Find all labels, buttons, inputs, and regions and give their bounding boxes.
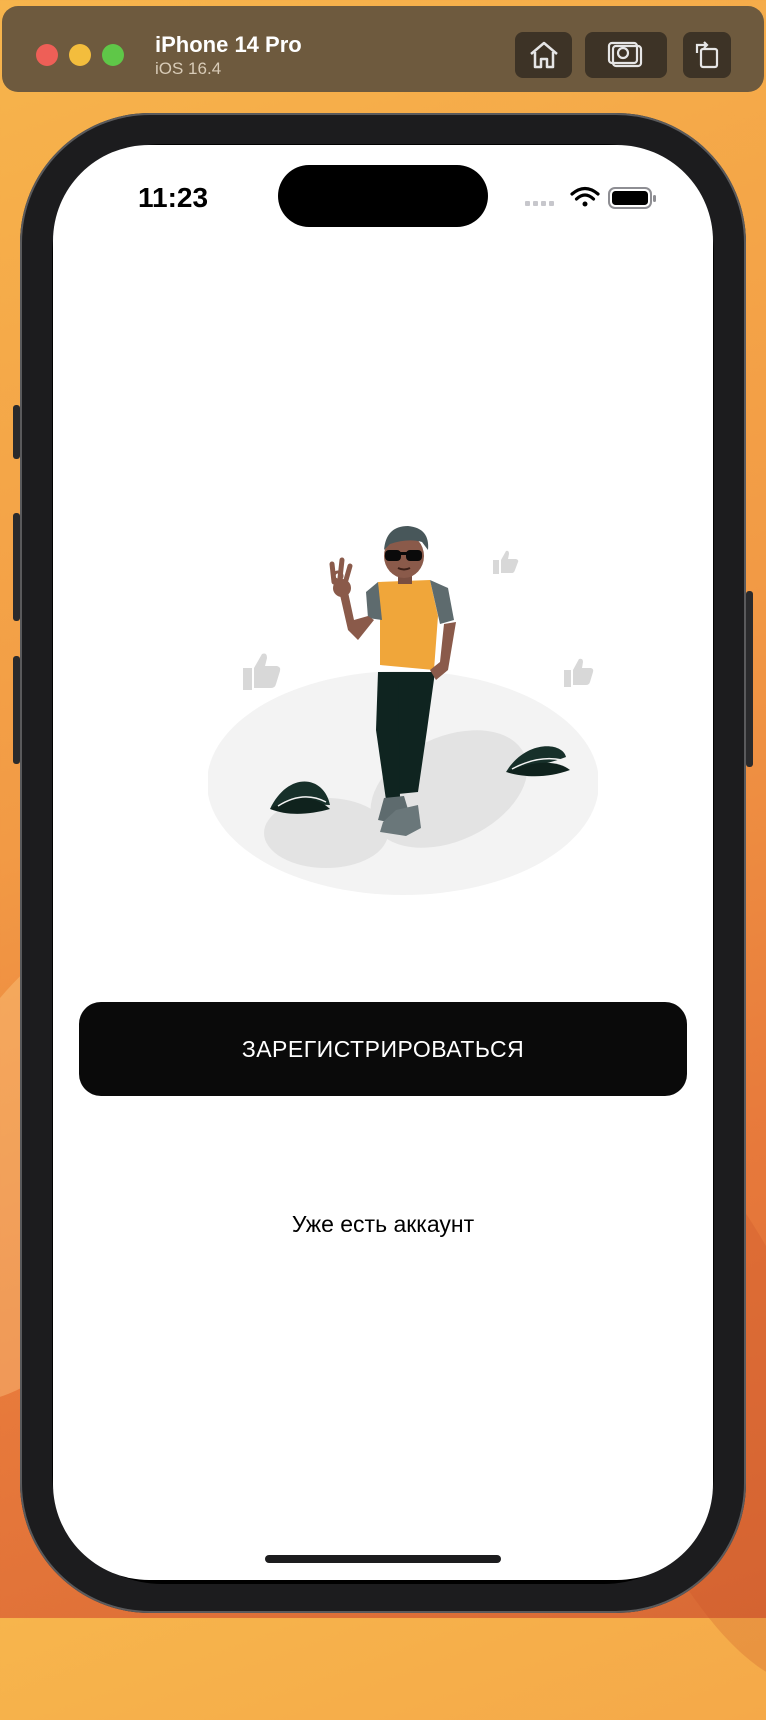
power-button (746, 591, 753, 767)
login-link[interactable]: Уже есть аккаунт (53, 1211, 713, 1238)
mute-switch (13, 405, 20, 459)
device-name: iPhone 14 Pro (155, 32, 302, 57)
volume-up-button (13, 513, 20, 621)
status-icons (525, 186, 656, 209)
app-screen: 11:23 ЗАРЕГИСТРИРОВАТЬСЯ Уже есть аккаун… (53, 145, 713, 1580)
cellular-signal-icon (525, 201, 554, 206)
person-ok-gesture-illustration (208, 526, 598, 895)
dynamic-island (278, 165, 488, 227)
zoom-window-button[interactable] (102, 44, 124, 66)
close-window-button[interactable] (36, 44, 58, 66)
simulator-toolbar: iPhone 14 Pro iOS 16.4 (2, 6, 764, 92)
os-version: iOS 16.4 (155, 59, 222, 78)
minimize-window-button[interactable] (69, 44, 91, 66)
battery-icon (608, 187, 656, 209)
home-button[interactable] (515, 32, 572, 78)
home-indicator[interactable] (265, 1555, 501, 1563)
register-button[interactable]: ЗАРЕГИСТРИРОВАТЬСЯ (79, 1002, 687, 1096)
rotate-button[interactable] (683, 32, 731, 78)
screenshot-button[interactable] (585, 32, 667, 78)
volume-down-button (13, 656, 20, 764)
status-time: 11:23 (138, 182, 209, 213)
rotate-icon (695, 41, 719, 69)
camera-icon (607, 41, 643, 68)
wifi-icon (570, 186, 600, 207)
home-icon (529, 41, 558, 69)
